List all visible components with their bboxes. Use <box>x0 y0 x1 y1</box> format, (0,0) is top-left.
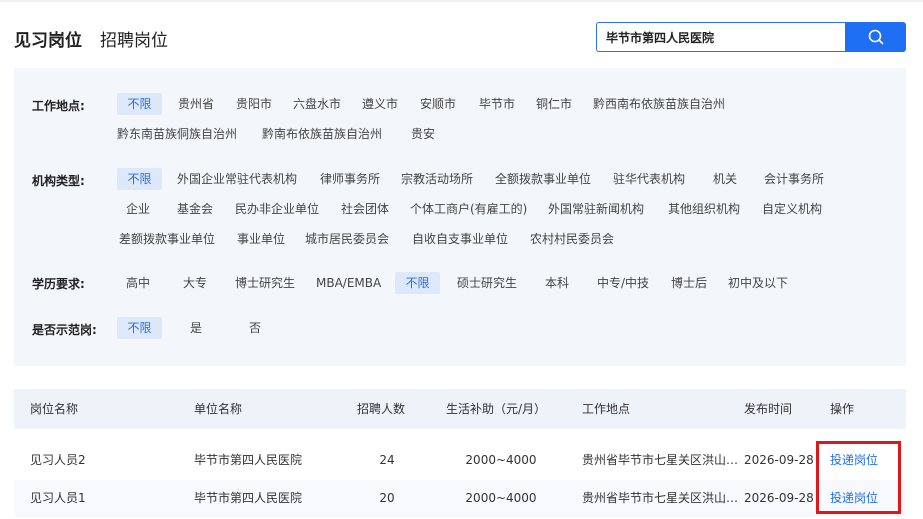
demo-filter-label: 是否示范岗: <box>32 323 97 337</box>
org-type-option[interactable]: 驻华代表机构 <box>613 168 685 190</box>
location-option[interactable]: 贵阳市 <box>236 93 272 115</box>
location-option[interactable]: 黔西南布依族苗族自治州 <box>593 93 725 115</box>
column-header: 生活补助（元/月） <box>446 402 547 416</box>
org-type-option[interactable]: 自收自支事业单位 <box>412 228 508 250</box>
subsidy: 2000~4000 <box>465 453 537 467</box>
org-type-option[interactable]: 外国常驻新闻机构 <box>548 198 644 220</box>
table-header: 岗位名称 单位名称 招聘人数 生活补助（元/月） 工作地点 发布时间 操作 <box>14 389 906 429</box>
org-type-option[interactable]: 外国企业常驻代表机构 <box>177 168 297 190</box>
education-option[interactable]: MBA/EMBA <box>316 272 381 294</box>
tab-internship[interactable]: 见习岗位 <box>14 26 82 51</box>
org-type-option[interactable]: 事业单位 <box>237 228 285 250</box>
education-option[interactable]: 本科 <box>545 272 569 294</box>
location-filter-label: 工作地点: <box>32 99 85 113</box>
org-type-option[interactable]: 自定义机构 <box>762 198 822 220</box>
work-location: 贵州省毕节市七星关区洪山… <box>582 491 739 505</box>
demo-option[interactable]: 不限 <box>117 317 162 339</box>
org-type-option[interactable]: 律师事务所 <box>320 168 380 190</box>
subsidy: 2000~4000 <box>465 491 537 505</box>
education-option[interactable]: 初中及以下 <box>728 272 788 294</box>
table-row: 见习人员1 毕节市第四人民医院 20 2000~4000 贵州省毕节市七星关区洪… <box>14 480 906 517</box>
column-header: 工作地点 <box>582 402 631 416</box>
job-name: 见习人员2 <box>30 453 86 467</box>
education-option[interactable]: 硕士研究生 <box>457 272 517 294</box>
search-button[interactable] <box>845 22 906 52</box>
location-option[interactable]: 黔南布依族苗族自治州 <box>262 123 382 145</box>
org-type-option[interactable]: 个体工商户(有雇工的) <box>410 198 527 220</box>
org-type-option[interactable]: 机关 <box>713 168 737 190</box>
org-type-option[interactable]: 差额拨款事业单位 <box>119 228 215 250</box>
job-type-tabs: 见习岗位 招聘岗位 <box>14 26 168 51</box>
org-type-option[interactable]: 基金会 <box>177 198 213 220</box>
column-header: 单位名称 <box>194 402 243 416</box>
location-option[interactable]: 安顺市 <box>420 93 456 115</box>
location-option[interactable]: 黔东南苗族侗族自治州 <box>117 123 237 145</box>
search-bar <box>596 22 906 52</box>
org-type-option[interactable]: 宗教活动场所 <box>401 168 473 190</box>
publish-date: 2026-09-28 <box>744 453 814 467</box>
education-option[interactable]: 中专/中技 <box>597 272 649 294</box>
education-option[interactable]: 大专 <box>183 272 207 294</box>
location-option[interactable]: 不限 <box>117 93 162 115</box>
education-option[interactable]: 高中 <box>126 272 150 294</box>
org-type-option[interactable]: 企业 <box>126 198 150 220</box>
location-option[interactable]: 贵州省 <box>178 93 214 115</box>
column-header: 发布时间 <box>744 402 793 416</box>
org-type-option[interactable]: 其他组织机构 <box>668 198 740 220</box>
search-icon <box>868 29 883 45</box>
work-location: 贵州省毕节市七星关区洪山… <box>582 453 739 467</box>
demo-option[interactable]: 否 <box>249 317 261 339</box>
org-type-option[interactable]: 社会团体 <box>341 198 389 220</box>
top-divider <box>0 0 923 2</box>
org-type-option[interactable]: 城市居民委员会 <box>305 228 389 250</box>
column-header: 招聘人数 <box>357 402 406 416</box>
org-type-option[interactable]: 全额拨款事业单位 <box>495 168 591 190</box>
job-name: 见习人员1 <box>30 491 86 505</box>
table-row: 见习人员2 毕节市第四人民医院 24 2000~4000 贵州省毕节市七星关区洪… <box>14 442 906 479</box>
unit-name: 毕节市第四人民医院 <box>194 453 303 467</box>
publish-date: 2026-09-28 <box>744 491 814 505</box>
location-option[interactable]: 贵安 <box>411 123 435 145</box>
apply-button[interactable]: 投递岗位 <box>830 480 878 517</box>
education-filter-label: 学历要求: <box>32 277 85 291</box>
org-type-option[interactable]: 农村村民委员会 <box>530 228 614 250</box>
column-header: 岗位名称 <box>30 402 79 416</box>
tab-recruitment[interactable]: 招聘岗位 <box>100 26 168 51</box>
apply-button[interactable]: 投递岗位 <box>830 442 878 479</box>
location-option[interactable]: 六盘水市 <box>293 93 341 115</box>
demo-option[interactable]: 是 <box>190 317 202 339</box>
location-option[interactable]: 铜仁市 <box>536 93 572 115</box>
location-option[interactable]: 遵义市 <box>362 93 398 115</box>
recruit-count: 20 <box>379 491 395 505</box>
org-type-filter-label: 机构类型: <box>32 174 85 188</box>
recruit-count: 24 <box>379 453 395 467</box>
unit-name: 毕节市第四人民医院 <box>194 491 303 505</box>
education-option[interactable]: 博士后 <box>671 272 707 294</box>
education-option[interactable]: 博士研究生 <box>235 272 295 294</box>
search-input[interactable] <box>596 22 845 52</box>
org-type-option[interactable]: 民办非企业单位 <box>235 198 319 220</box>
filter-panel: 工作地点: 不限 贵州省 贵阳市 六盘水市 遵义市 安顺市 毕节市 铜仁市 黔西… <box>14 68 906 366</box>
location-option[interactable]: 毕节市 <box>479 93 515 115</box>
education-option[interactable]: 不限 <box>395 272 440 294</box>
org-type-option[interactable]: 不限 <box>117 168 162 190</box>
column-header: 操作 <box>830 402 855 416</box>
org-type-option[interactable]: 会计事务所 <box>764 168 824 190</box>
